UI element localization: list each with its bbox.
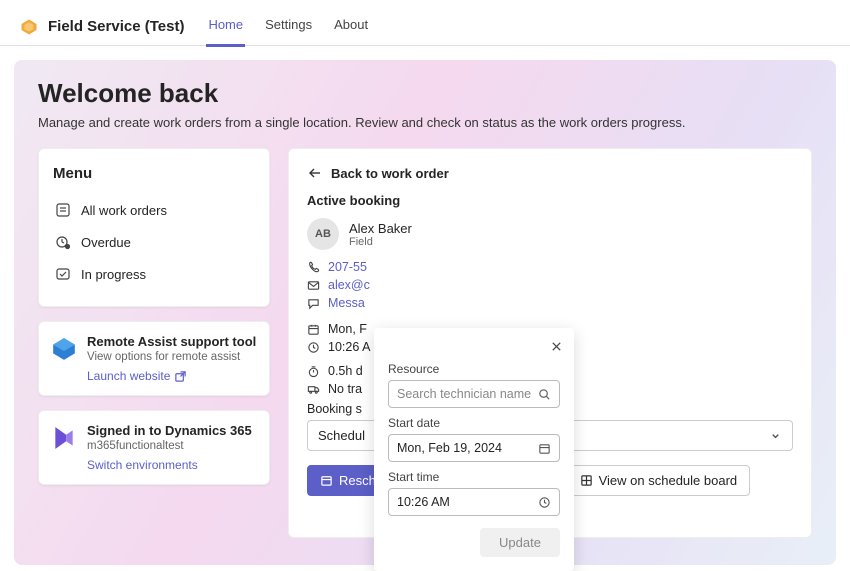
phone-icon	[307, 261, 320, 274]
menu-item-overdue[interactable]: Overdue	[53, 226, 255, 258]
remote-assist-card: Remote Assist support tool View options …	[38, 321, 270, 396]
truck-icon	[307, 383, 320, 396]
timer-icon	[307, 365, 320, 378]
left-column: Menu All work orders Overdue In progress	[38, 148, 270, 538]
nav-tabs: Home Settings About	[206, 7, 370, 47]
remote-sub: View options for remote assist	[87, 351, 256, 363]
progress-icon	[55, 266, 71, 282]
switch-environments-link[interactable]: Switch environments	[87, 458, 198, 472]
tab-settings[interactable]: Settings	[263, 7, 314, 47]
email-row: alex@c	[307, 278, 793, 292]
close-icon	[550, 340, 563, 353]
chevron-down-icon	[769, 429, 782, 442]
startdate-label: Start date	[388, 416, 560, 430]
menu-card: Menu All work orders Overdue In progress	[38, 148, 270, 307]
starttime-label: Start time	[388, 470, 560, 484]
move-booking-popup: Resource Search technician name Start da…	[374, 328, 574, 571]
chat-icon	[307, 297, 320, 310]
clock-alert-icon	[55, 234, 71, 250]
calendar-icon	[538, 442, 551, 455]
list-icon	[55, 202, 71, 218]
page-subtitle: Manage and create work orders from a sin…	[38, 115, 812, 130]
clock-icon	[538, 496, 551, 509]
view-schedule-board-button[interactable]: View on schedule board	[567, 465, 751, 496]
search-icon	[538, 388, 551, 401]
calendar-icon	[307, 323, 320, 336]
clock-icon	[307, 341, 320, 354]
menu-title: Menu	[53, 165, 255, 182]
remote-title: Remote Assist support tool	[87, 334, 256, 349]
menu-item-label: In progress	[81, 267, 146, 282]
remote-assist-icon	[51, 336, 77, 362]
starttime-input[interactable]: 10:26 AM	[388, 488, 560, 516]
email-link[interactable]: alex@c	[328, 278, 370, 292]
launch-website-link[interactable]: Launch website	[87, 369, 187, 383]
board-icon	[580, 474, 593, 487]
signin-sub: m365functionaltest	[87, 440, 252, 452]
tab-home[interactable]: Home	[206, 7, 245, 47]
calendar-edit-icon	[320, 474, 333, 487]
menu-item-all-work-orders[interactable]: All work orders	[53, 194, 255, 226]
person-name: Alex Baker	[349, 221, 412, 236]
person-row: AB Alex Baker Field	[307, 218, 793, 250]
app-icon	[20, 18, 38, 36]
resource-search-input[interactable]: Search technician name	[388, 380, 560, 408]
page-container: Welcome back Manage and create work orde…	[14, 60, 836, 565]
external-link-icon	[174, 370, 187, 383]
page-title: Welcome back	[38, 78, 812, 109]
close-button[interactable]	[548, 338, 564, 354]
menu-item-in-progress[interactable]: In progress	[53, 258, 255, 290]
message-link[interactable]: Messa	[328, 296, 365, 310]
menu-item-label: All work orders	[81, 203, 167, 218]
mail-icon	[307, 279, 320, 292]
menu-item-label: Overdue	[81, 235, 131, 250]
signin-card: Signed in to Dynamics 365 m365functional…	[38, 410, 270, 485]
arrow-left-icon	[307, 165, 323, 181]
resource-label: Resource	[388, 362, 560, 376]
app-title: Field Service (Test)	[48, 18, 184, 35]
update-button[interactable]: Update	[480, 528, 560, 557]
topbar: Field Service (Test) Home Settings About	[0, 0, 850, 46]
phone-link[interactable]: 207-55	[328, 260, 367, 274]
tab-about[interactable]: About	[332, 7, 370, 47]
avatar: AB	[307, 218, 339, 250]
startdate-input[interactable]: Mon, Feb 19, 2024	[388, 434, 560, 462]
active-booking-heading: Active booking	[307, 193, 793, 208]
person-role: Field	[349, 236, 412, 248]
message-row: Messa	[307, 296, 793, 310]
back-to-work-order[interactable]: Back to work order	[307, 165, 793, 181]
dynamics-icon	[51, 425, 77, 451]
signin-title: Signed in to Dynamics 365	[87, 423, 252, 438]
phone-row: 207-55	[307, 260, 793, 274]
